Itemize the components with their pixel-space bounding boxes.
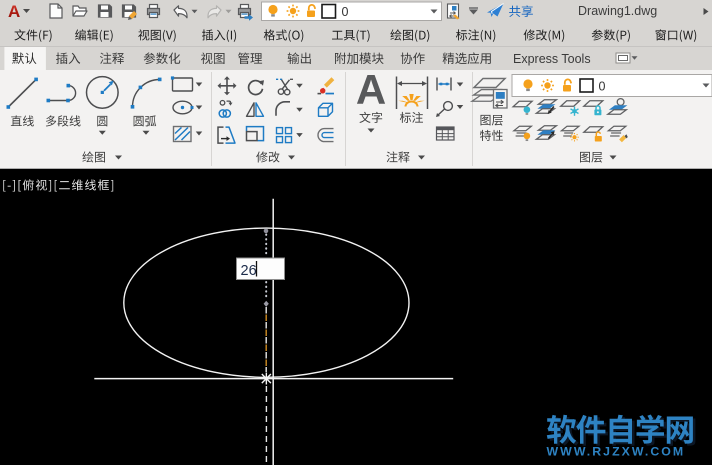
svg-text:A: A [356, 66, 386, 113]
svg-text:0: 0 [342, 5, 349, 19]
svg-text:Express Tools: Express Tools [513, 52, 591, 66]
svg-text:A: A [8, 2, 20, 21]
svg-text:Drawing1.dwg: Drawing1.dwg [578, 4, 657, 18]
svg-text:WWW.RJZXW.COM: WWW.RJZXW.COM [547, 445, 686, 459]
svg-text:0: 0 [599, 80, 606, 94]
svg-text:26: 26 [241, 263, 257, 279]
